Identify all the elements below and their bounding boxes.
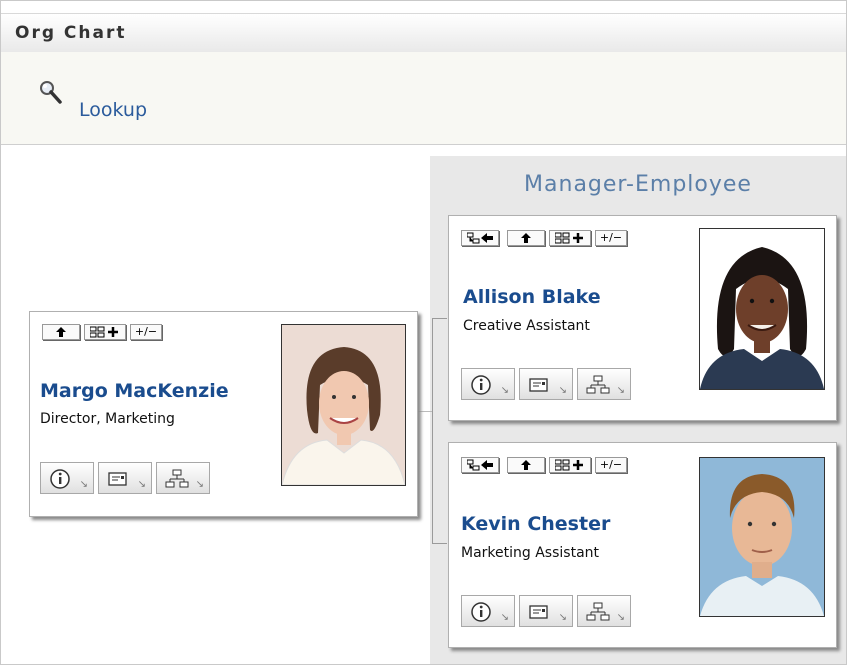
lookup-label: Lookup [79, 99, 148, 121]
info-button[interactable]: ↘ [461, 595, 515, 627]
person-name[interactable]: Allison Blake [463, 286, 601, 308]
collapse-button[interactable] [461, 230, 499, 246]
info-icon [471, 602, 491, 622]
connector-stub [418, 411, 432, 412]
dropdown-arrow-icon: ↘ [500, 612, 509, 623]
magnifier-icon [39, 80, 63, 110]
info-icon [50, 469, 70, 489]
dropdown-arrow-icon: ↘ [558, 612, 567, 623]
lookup-bar: Lookup [1, 52, 846, 145]
toggle-label: +/− [134, 325, 158, 338]
portlet-title-bar: Org Chart [1, 13, 846, 53]
org-chart-button[interactable]: ↘ [577, 368, 631, 400]
manager-card: +/− Margo MacKenzie Director, Marketing … [29, 311, 418, 517]
expand-reports-button[interactable] [84, 324, 126, 340]
portlet-title: Org Chart [15, 23, 127, 43]
person-title: Director, Marketing [40, 411, 175, 427]
hierarchy-icon [165, 469, 189, 488]
dropdown-arrow-icon: ↘ [79, 479, 88, 490]
dropdown-arrow-icon: ↘ [500, 385, 509, 396]
toggle-button[interactable]: +/− [595, 457, 627, 473]
dropdown-arrow-icon: ↘ [195, 479, 204, 490]
expand-reports-button[interactable] [549, 230, 591, 246]
expand-tree-icon [554, 232, 583, 244]
employee-card: +/− Kevin Chester Marketing Assistant ↘ … [448, 442, 837, 648]
up-arrow-icon [521, 460, 531, 470]
up-level-button[interactable] [42, 324, 80, 340]
person-photo [699, 228, 825, 390]
expand-tree-icon [554, 459, 583, 471]
info-icon [471, 375, 491, 395]
hierarchy-icon [586, 602, 610, 621]
toggle-button[interactable]: +/− [595, 230, 627, 246]
dropdown-arrow-icon: ↘ [137, 479, 146, 490]
group-title: Manager-Employee [524, 172, 752, 197]
person-name[interactable]: Margo MacKenzie [40, 380, 229, 402]
dropdown-arrow-icon: ↘ [616, 385, 625, 396]
expand-tree-icon [89, 326, 118, 338]
person-title: Creative Assistant [463, 318, 590, 334]
email-button[interactable]: ↘ [519, 595, 573, 627]
person-name[interactable]: Kevin Chester [461, 513, 610, 535]
info-button[interactable]: ↘ [461, 368, 515, 400]
employee-card: +/− Allison Blake Creative Assistant ↘ ↘… [448, 215, 837, 421]
toggle-label: +/− [599, 458, 623, 471]
dropdown-arrow-icon: ↘ [558, 385, 567, 396]
collapse-tree-icon [466, 232, 493, 244]
collapse-tree-icon [466, 459, 493, 471]
up-level-button[interactable] [507, 457, 545, 473]
toggle-button[interactable]: +/− [130, 324, 162, 340]
dropdown-arrow-icon: ↘ [616, 612, 625, 623]
connector-line [432, 318, 447, 544]
person-photo [699, 457, 825, 617]
envelope-icon [529, 605, 548, 619]
email-button[interactable]: ↘ [519, 368, 573, 400]
person-photo [281, 324, 406, 486]
person-title: Marketing Assistant [461, 545, 600, 561]
up-level-button[interactable] [507, 230, 545, 246]
email-button[interactable]: ↘ [98, 462, 152, 494]
org-chart-button[interactable]: ↘ [156, 462, 210, 494]
org-chart-button[interactable]: ↘ [577, 595, 631, 627]
info-button[interactable]: ↘ [40, 462, 94, 494]
up-arrow-icon [56, 327, 66, 337]
expand-reports-button[interactable] [549, 457, 591, 473]
envelope-icon [108, 472, 127, 486]
toggle-label: +/− [599, 231, 623, 244]
collapse-button[interactable] [461, 457, 499, 473]
envelope-icon [529, 378, 548, 392]
up-arrow-icon [521, 233, 531, 243]
hierarchy-icon [586, 375, 610, 394]
